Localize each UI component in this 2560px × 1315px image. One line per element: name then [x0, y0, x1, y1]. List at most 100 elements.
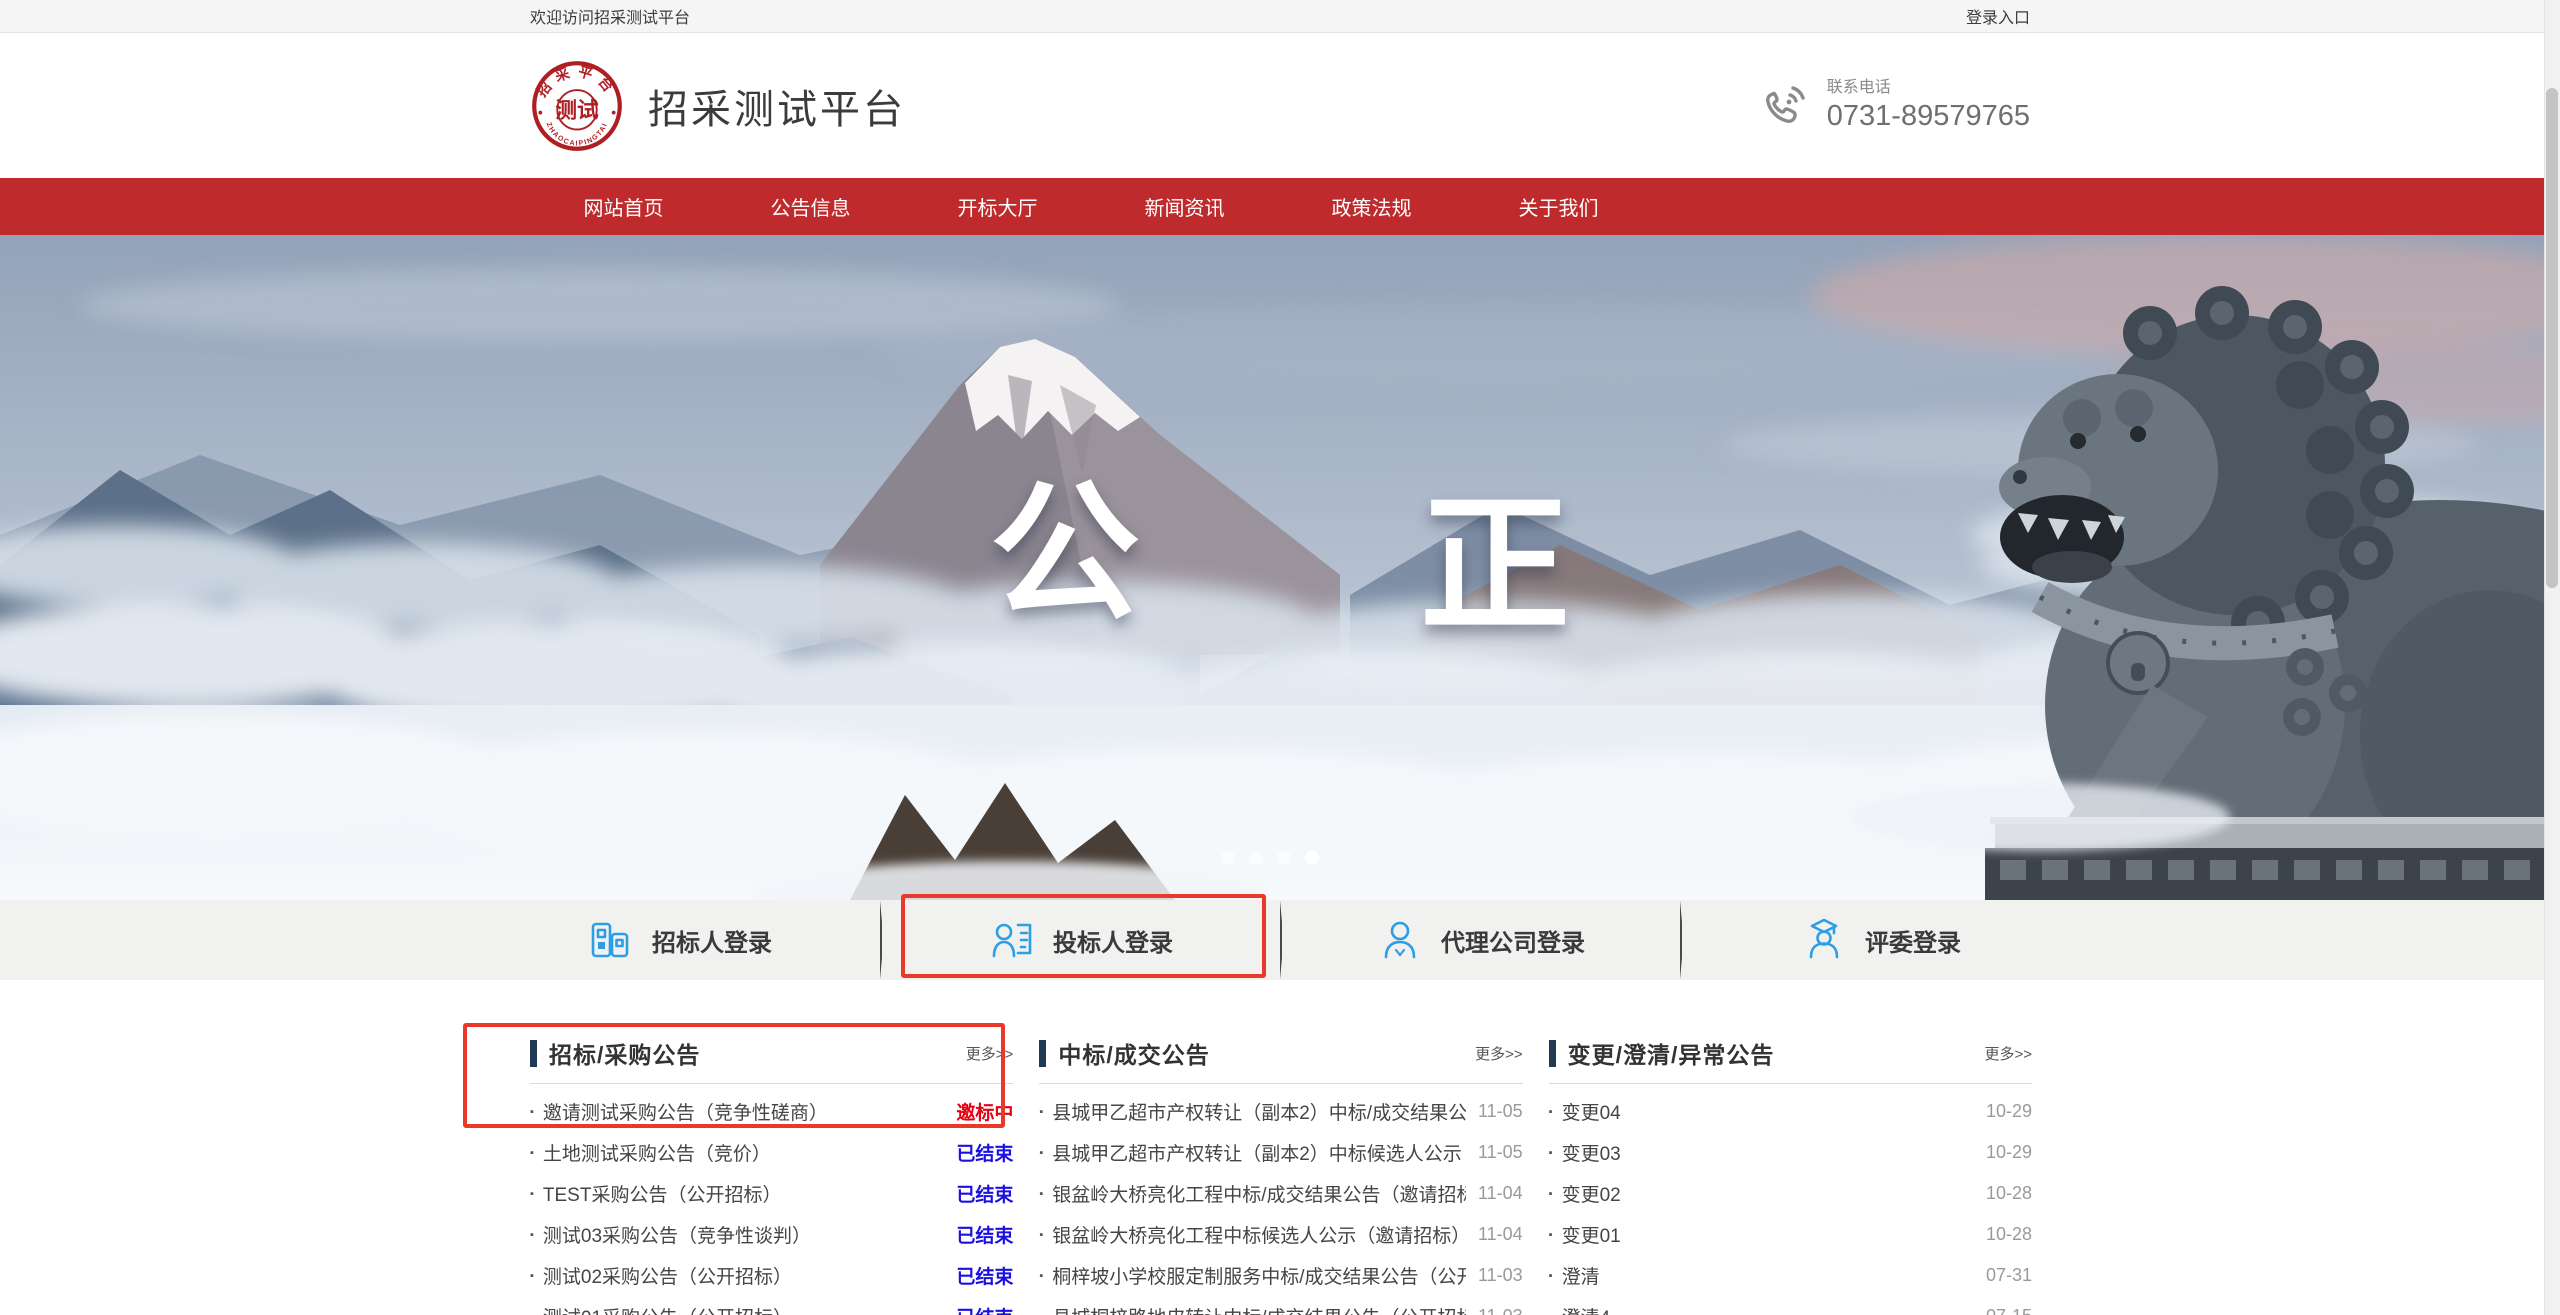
bullet-icon: ▪ [1549, 1229, 1553, 1241]
more-link[interactable]: 更多>> [1475, 1043, 1523, 1064]
section-title: 招标/采购公告 [549, 1036, 700, 1070]
announcement-item[interactable]: ▪ 澄清4 07-15 [1549, 1296, 2032, 1315]
announcement-item[interactable]: ▪ 测试03采购公告（竞争性谈判） 已结束 [530, 1214, 1013, 1255]
site-logo-link[interactable]: 招采平台 ZHAOCAIPINGTAI 测试 招采测试平台 [530, 59, 906, 153]
bullet-icon: ▪ [530, 1270, 534, 1282]
announcement-date: 11-05 [1478, 1101, 1523, 1122]
contact-block: 联系电话 0731-89579765 [1759, 78, 2030, 134]
bidder-login-button[interactable]: 投标人登录 [880, 900, 1280, 980]
nav-item-about-us[interactable]: 关于我们 [1465, 178, 1652, 235]
carousel-dot-4[interactable] [1305, 851, 1319, 865]
hero-landscape-image [0, 235, 2560, 900]
announcement-item[interactable]: ▪ 变更02 10-28 [1549, 1173, 2032, 1214]
bullet-icon: ▪ [1039, 1270, 1043, 1282]
announcement-status: 已结束 [956, 1180, 1013, 1207]
nav-item-bid-opening-hall[interactable]: 开标大厅 [904, 178, 1091, 235]
announcement-title: 测试01采购公告（公开招标） [543, 1303, 944, 1315]
seal-logo-icon: 招采平台 ZHAOCAIPINGTAI 测试 [530, 59, 624, 153]
site-title: 招采测试平台 [648, 77, 906, 135]
announcement-date: 10-28 [1986, 1183, 2032, 1204]
nav-item-news[interactable]: 新闻资讯 [1091, 178, 1278, 235]
section-title-bar [1549, 1040, 1556, 1067]
announcement-item[interactable]: ▪ 变更03 10-29 [1549, 1132, 2032, 1173]
announcement-date: 10-28 [1986, 1224, 2032, 1245]
carousel-dot-1[interactable] [1221, 851, 1235, 865]
announcement-title: 银盆岭大桥亮化工程中标候选人公示（邀请招标） [1052, 1221, 1466, 1248]
announcement-date: 11-05 [1478, 1142, 1523, 1163]
nav-item-announcements[interactable]: 公告信息 [717, 178, 904, 235]
section-title: 中标/成交公告 [1058, 1036, 1209, 1070]
announcement-item[interactable]: ▪ 县城桐梓路地皮转让中标/成交结果公告（公开招标） 11-03 [1039, 1296, 1522, 1315]
section-title-bar [1039, 1040, 1046, 1067]
announcement-title: 银盆岭大桥亮化工程中标/成交结果公告（邀请招标） [1052, 1180, 1466, 1207]
login-role-bar: 招标人登录 投标人登录 代理公司登录 [0, 900, 2560, 980]
announcement-title: 变更04 [1562, 1098, 1974, 1125]
agency-login-button[interactable]: 代理公司登录 [1280, 900, 1680, 980]
announcement-status: 已结束 [956, 1139, 1013, 1166]
hero-slogan-char-2: 正 [1420, 492, 1570, 642]
announcement-date: 10-29 [1986, 1101, 2032, 1122]
announcement-title: 测试03采购公告（竞争性谈判） [543, 1221, 944, 1248]
contact-label: 联系电话 [1827, 78, 2030, 98]
announcement-item[interactable]: ▪ TEST采购公告（公开招标） 已结束 [530, 1173, 1013, 1214]
announcement-item[interactable]: ▪ 测试01采购公告（公开招标） 已结束 [530, 1296, 1013, 1315]
announcement-title: TEST采购公告（公开招标） [543, 1180, 944, 1207]
bullet-icon: ▪ [530, 1147, 534, 1159]
bullet-icon: ▪ [1549, 1270, 1553, 1282]
login-entry-link[interactable]: 登录入口 [1966, 4, 2030, 28]
announcement-item[interactable]: ▪ 邀请测试采购公告（竞争性磋商） 邀标中 [530, 1091, 1013, 1132]
announcement-item[interactable]: ▪ 土地测试采购公告（竞价） 已结束 [530, 1132, 1013, 1173]
bullet-icon: ▪ [1549, 1311, 1553, 1315]
announcement-item[interactable]: ▪ 银盆岭大桥亮化工程中标/成交结果公告（邀请招标） 11-04 [1039, 1173, 1522, 1214]
bullet-icon: ▪ [530, 1229, 534, 1241]
announcement-list: ▪ 邀请测试采购公告（竞争性磋商） 邀标中 ▪ 土地测试采购公告（竞价） 已结束… [530, 1084, 1013, 1315]
announcement-date: 11-04 [1478, 1224, 1523, 1245]
scrollbar-track[interactable] [2544, 0, 2560, 1315]
announcement-item[interactable]: ▪ 银盆岭大桥亮化工程中标候选人公示（邀请招标） 11-04 [1039, 1214, 1522, 1255]
section-tender-announcements: 招标/采购公告 更多>> ▪ 邀请测试采购公告（竞争性磋商） 邀标中 ▪ 土地测… [530, 1036, 1013, 1315]
announcement-status: 邀标中 [956, 1098, 1013, 1125]
bullet-icon: ▪ [1549, 1106, 1553, 1118]
carousel-dot-2[interactable] [1249, 851, 1263, 865]
bullet-icon: ▪ [530, 1106, 534, 1118]
procurement-portal-page: 欢迎访问招采测试平台 登录入口 招采平台 ZHAOCAIPIN [0, 0, 2560, 1315]
scrollbar-thumb[interactable] [2546, 88, 2558, 588]
announcement-date: 07-31 [1986, 1265, 2032, 1286]
announcement-item[interactable]: ▪ 县城甲乙超市产权转让（副本2）中标/成交结果公告... 11-05 [1039, 1091, 1522, 1132]
announcement-title: 变更02 [1562, 1180, 1974, 1207]
announcement-title: 邀请测试采购公告（竞争性磋商） [543, 1098, 944, 1125]
announcement-date: 10-29 [1986, 1142, 2032, 1163]
tenderer-login-button[interactable]: 招标人登录 [480, 900, 880, 980]
announcement-item[interactable]: ▪ 测试02采购公告（公开招标） 已结束 [530, 1255, 1013, 1296]
section-title-bar [530, 1040, 537, 1067]
bullet-icon: ▪ [530, 1311, 534, 1315]
section-title: 变更/澄清/异常公告 [1568, 1036, 1775, 1070]
announcement-list: ▪ 县城甲乙超市产权转让（副本2）中标/成交结果公告... 11-05 ▪ 县城… [1039, 1084, 1522, 1315]
announcement-item[interactable]: ▪ 县城甲乙超市产权转让（副本2）中标候选人公示（公... 11-05 [1039, 1132, 1522, 1173]
announcement-title: 变更03 [1562, 1139, 1974, 1166]
bullet-icon: ▪ [1039, 1229, 1043, 1241]
announcement-columns: 招标/采购公告 更多>> ▪ 邀请测试采购公告（竞争性磋商） 邀标中 ▪ 土地测… [530, 1036, 2032, 1315]
announcement-item[interactable]: ▪ 桐梓坡小学校服定制服务中标/成交结果公告（公开招... 11-03 [1039, 1255, 1522, 1296]
announcement-title: 桐梓坡小学校服定制服务中标/成交结果公告（公开招... [1052, 1262, 1466, 1289]
more-link[interactable]: 更多>> [1984, 1043, 2032, 1064]
main-nav: 网站首页 公告信息 开标大厅 新闻资讯 政策法规 关于我们 [0, 178, 2560, 235]
nav-item-policies[interactable]: 政策法规 [1278, 178, 1465, 235]
announcement-list: ▪ 变更04 10-29 ▪ 变更03 10-29 ▪ 变更02 10-28 [1549, 1084, 2032, 1315]
carousel-dots [1221, 851, 1319, 865]
bullet-icon: ▪ [1549, 1188, 1553, 1200]
announcement-title: 变更01 [1562, 1221, 1974, 1248]
carousel-dot-3[interactable] [1277, 851, 1291, 865]
more-link[interactable]: 更多>> [966, 1043, 1014, 1064]
judge-login-button[interactable]: 评委登录 [1680, 900, 2080, 980]
agency-person-icon [1377, 917, 1423, 963]
announcement-item[interactable]: ▪ 澄清 07-31 [1549, 1255, 2032, 1296]
contact-phone: 0731-89579765 [1827, 98, 2030, 134]
site-header: 招采平台 ZHAOCAIPINGTAI 测试 招采测试平台 [0, 34, 2560, 178]
section-award-announcements: 中标/成交公告 更多>> ▪ 县城甲乙超市产权转让（副本2）中标/成交结果公告.… [1039, 1036, 1522, 1315]
nav-item-home[interactable]: 网站首页 [530, 178, 717, 235]
bullet-icon: ▪ [1549, 1147, 1553, 1159]
announcement-item[interactable]: ▪ 变更01 10-28 [1549, 1214, 2032, 1255]
announcement-item[interactable]: ▪ 变更04 10-29 [1549, 1091, 2032, 1132]
bidder-person-icon [989, 917, 1035, 963]
